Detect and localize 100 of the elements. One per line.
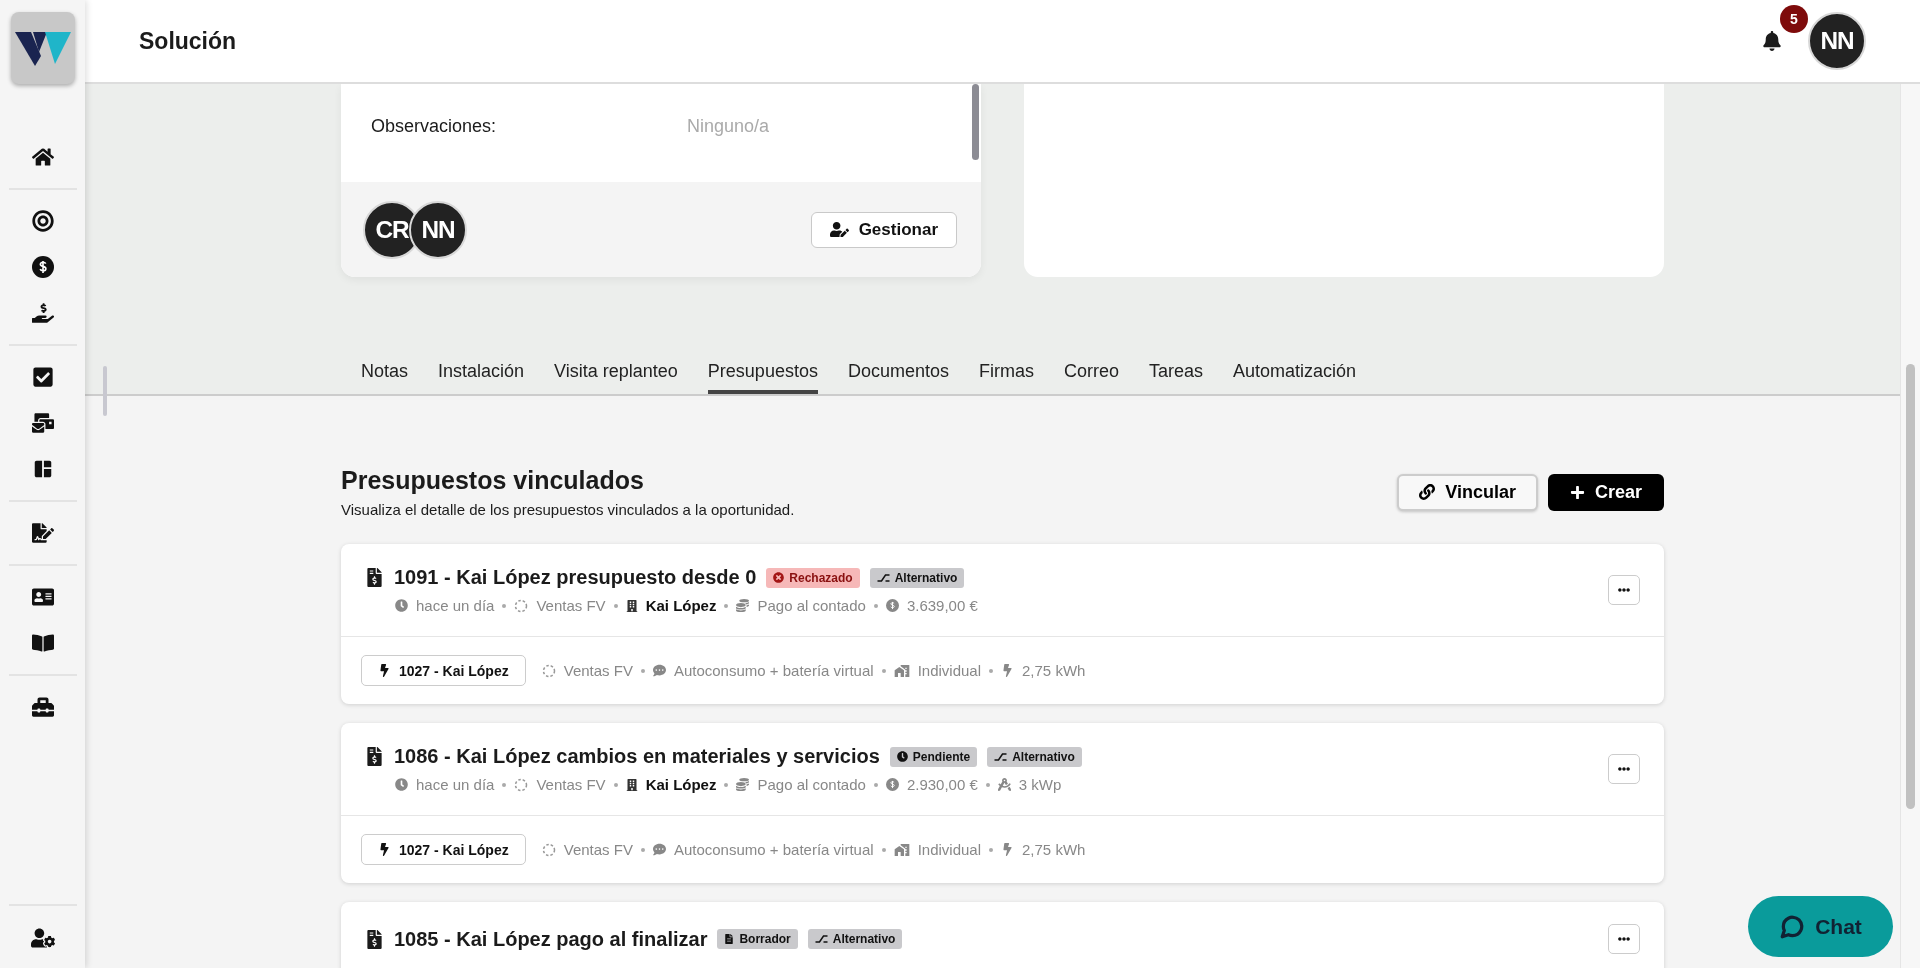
more-button[interactable] xyxy=(1608,754,1640,784)
status-label: Pendiente xyxy=(912,749,971,764)
type-label: Alternativo xyxy=(832,932,896,946)
tab[interactable]: Visita replanteo xyxy=(554,355,678,394)
trend-icon xyxy=(876,572,890,583)
more-button[interactable] xyxy=(1608,575,1640,605)
type-label: Alternativo xyxy=(894,570,958,585)
page-scrollbar[interactable] xyxy=(1900,84,1920,968)
invoice-icon xyxy=(365,929,384,949)
document-icon xyxy=(724,934,735,944)
meta-text: Autoconsumo + batería virtual xyxy=(673,662,874,679)
separator-dot xyxy=(613,603,618,608)
budget-title: 1085 - Kai López pago al finalizar xyxy=(394,927,708,951)
dashed-circle-icon xyxy=(514,777,529,792)
meta-text: 3 kWp xyxy=(1018,776,1062,793)
meta-text: Pago al contado xyxy=(757,776,866,793)
meta-text: hace un día xyxy=(416,776,495,793)
meta-text: Kai López xyxy=(645,776,717,793)
meta-text: Ventas FV xyxy=(536,776,606,793)
buildings-icon xyxy=(893,662,910,679)
tab[interactable]: Instalación xyxy=(438,355,525,394)
clock-icon xyxy=(896,751,908,762)
trend-icon xyxy=(994,751,1008,762)
member-avatar: NN xyxy=(409,200,467,259)
tab[interactable]: Notas xyxy=(361,355,409,394)
meta-text: hace un día xyxy=(416,597,495,614)
section-subtitle: Visualiza el detalle de los presupuestos vinculados a la oportunidad. xyxy=(341,501,795,518)
meta-text: Ventas FV xyxy=(536,597,606,614)
separator-dot xyxy=(989,847,993,852)
plus-icon xyxy=(1569,484,1585,500)
notification-count: 5 xyxy=(1780,5,1808,33)
coins-icon xyxy=(736,778,750,791)
field-value: Ninguno/a xyxy=(687,116,770,138)
buildings-icon xyxy=(893,841,910,858)
manage-button[interactable]: Gestionar xyxy=(810,211,957,248)
tab[interactable]: Firmas xyxy=(979,355,1034,394)
bolt-icon xyxy=(1001,664,1014,677)
user-avatar[interactable]: NN xyxy=(1808,12,1866,70)
invoice-icon xyxy=(365,568,384,587)
meta-text: Autoconsumo + batería virtual xyxy=(673,841,874,858)
separator-dot xyxy=(613,782,618,787)
more-button[interactable] xyxy=(1608,924,1640,954)
bolt-icon xyxy=(378,664,391,677)
separator-dot xyxy=(985,782,990,787)
meta-text: Ventas FV xyxy=(563,841,633,858)
section-title: Presupuestos vinculados xyxy=(341,466,645,495)
status-label: Borrador xyxy=(739,932,791,946)
link-button[interactable]: Vincular xyxy=(1397,473,1538,511)
separator-dot xyxy=(873,782,878,787)
building-icon xyxy=(625,778,638,791)
separator-dot xyxy=(640,668,645,673)
dollar-icon xyxy=(885,599,899,612)
meta-text: Ventas FV xyxy=(563,662,633,679)
bolt-icon xyxy=(378,843,391,856)
bolt-icon xyxy=(1001,843,1014,856)
dashed-circle-icon xyxy=(541,663,556,678)
tab[interactable]: Correo xyxy=(1064,355,1119,394)
tab[interactable]: Documentos xyxy=(847,355,949,394)
separator-dot xyxy=(724,782,729,787)
resize-handle[interactable] xyxy=(103,366,107,416)
opportunity-button[interactable]: 1027 - Kai López xyxy=(361,834,526,865)
link-icon xyxy=(1419,484,1436,500)
meta-text: 2,75 kWh xyxy=(1022,662,1086,679)
separator-dot xyxy=(881,847,886,852)
user-edit-icon xyxy=(829,220,849,239)
separator-dot xyxy=(881,668,886,673)
clock-icon xyxy=(395,599,408,612)
dashed-circle-icon xyxy=(541,842,556,857)
budget-title: 1086 - Kai López cambios en materiales y servicios xyxy=(394,745,880,768)
meta-text: Individual xyxy=(917,662,981,679)
coins-icon xyxy=(736,599,750,612)
create-button[interactable]: Crear xyxy=(1547,473,1664,511)
tab[interactable]: Tareas xyxy=(1149,355,1204,394)
scrollbar-thumb[interactable] xyxy=(972,84,979,160)
bell-icon[interactable] xyxy=(1762,31,1782,51)
meta-text: Kai López xyxy=(645,597,717,614)
status-label: Rechazado xyxy=(789,570,853,585)
separator-dot xyxy=(502,603,507,608)
tab[interactable]: Automatización xyxy=(1233,355,1357,394)
separator-dot xyxy=(873,603,878,608)
app-logo xyxy=(10,12,75,84)
opportunity-button[interactable]: 1027 - Kai López xyxy=(361,655,526,686)
speech-dots-icon xyxy=(652,664,666,677)
speech-bubble-icon xyxy=(1779,913,1806,940)
dollar-icon xyxy=(885,778,899,791)
separator-dot xyxy=(502,782,507,787)
budget-title: 1091 - Kai López presupuesto desde 0 xyxy=(394,566,757,589)
invoice-icon xyxy=(365,747,384,766)
page-title: Solución xyxy=(139,27,238,55)
clock-icon xyxy=(395,778,408,791)
type-label: Alternativo xyxy=(1012,749,1075,764)
speech-dots-icon xyxy=(652,843,666,856)
scrollbar-thumb[interactable] xyxy=(1906,364,1915,809)
separator-dot xyxy=(724,603,729,608)
chat-button[interactable]: Chat xyxy=(1748,896,1893,957)
separator-dot xyxy=(989,668,993,673)
meta-text: 3.639,00 € xyxy=(906,597,978,614)
meta-text: Individual xyxy=(917,841,981,858)
compass-icon xyxy=(997,778,1011,791)
separator-dot xyxy=(640,847,645,852)
